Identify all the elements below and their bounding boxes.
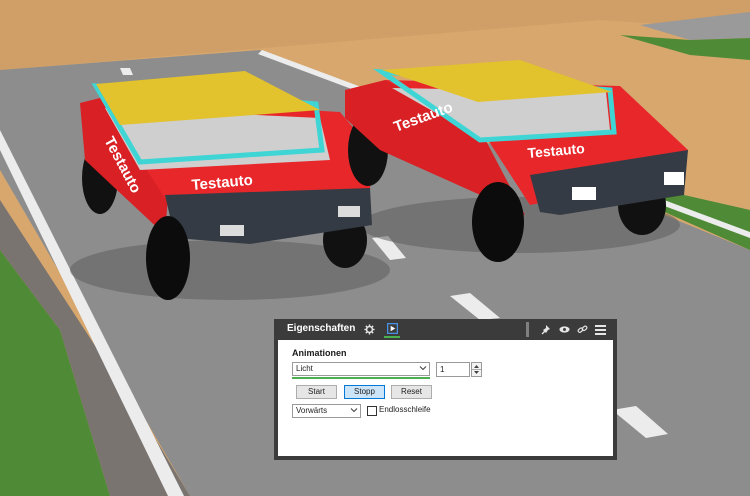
direction-select[interactable]: Vorwärts <box>292 404 361 418</box>
headlight-icon <box>220 225 244 236</box>
loop-checkbox[interactable] <box>367 406 377 416</box>
headlight-icon <box>338 206 360 217</box>
animation-select-value: Licht <box>296 364 313 373</box>
chevron-down-icon <box>419 364 427 376</box>
eye-icon[interactable] <box>557 322 572 337</box>
header-separator <box>526 322 529 337</box>
animations-heading: Animationen <box>292 348 347 358</box>
link-icon[interactable] <box>575 322 590 337</box>
repeat-count-stepper[interactable] <box>471 362 482 377</box>
wheel-icon <box>146 216 190 300</box>
properties-panel: Eigenschaften Animationen Licht 1 Start … <box>274 319 617 460</box>
animation-select[interactable]: Licht <box>292 362 430 376</box>
menu-icon[interactable] <box>593 322 608 337</box>
panel-body: Animationen Licht 1 Start Stopp Reset Vo… <box>278 340 613 456</box>
headlight-icon <box>572 187 596 200</box>
repeat-count-input[interactable]: 1 <box>436 362 470 377</box>
chevron-down-icon <box>350 406 358 418</box>
pin-icon[interactable] <box>538 322 553 337</box>
direction-select-value: Vorwärts <box>296 406 328 415</box>
animation-tab-icon[interactable] <box>384 321 400 338</box>
headlight-icon <box>664 172 684 185</box>
chevron-up-icon[interactable] <box>474 365 479 368</box>
start-button[interactable]: Start <box>296 385 337 399</box>
select-focus-underline <box>292 377 430 379</box>
panel-title: Eigenschaften <box>287 323 356 334</box>
reset-button[interactable]: Reset <box>391 385 432 399</box>
wheel-icon <box>472 182 524 262</box>
chevron-down-icon[interactable] <box>474 371 479 374</box>
panel-header: Eigenschaften <box>274 319 617 340</box>
stopp-button[interactable]: Stopp <box>344 385 385 399</box>
gear-icon[interactable] <box>362 322 377 337</box>
loop-checkbox-label[interactable]: Endlosschleife <box>379 405 431 414</box>
